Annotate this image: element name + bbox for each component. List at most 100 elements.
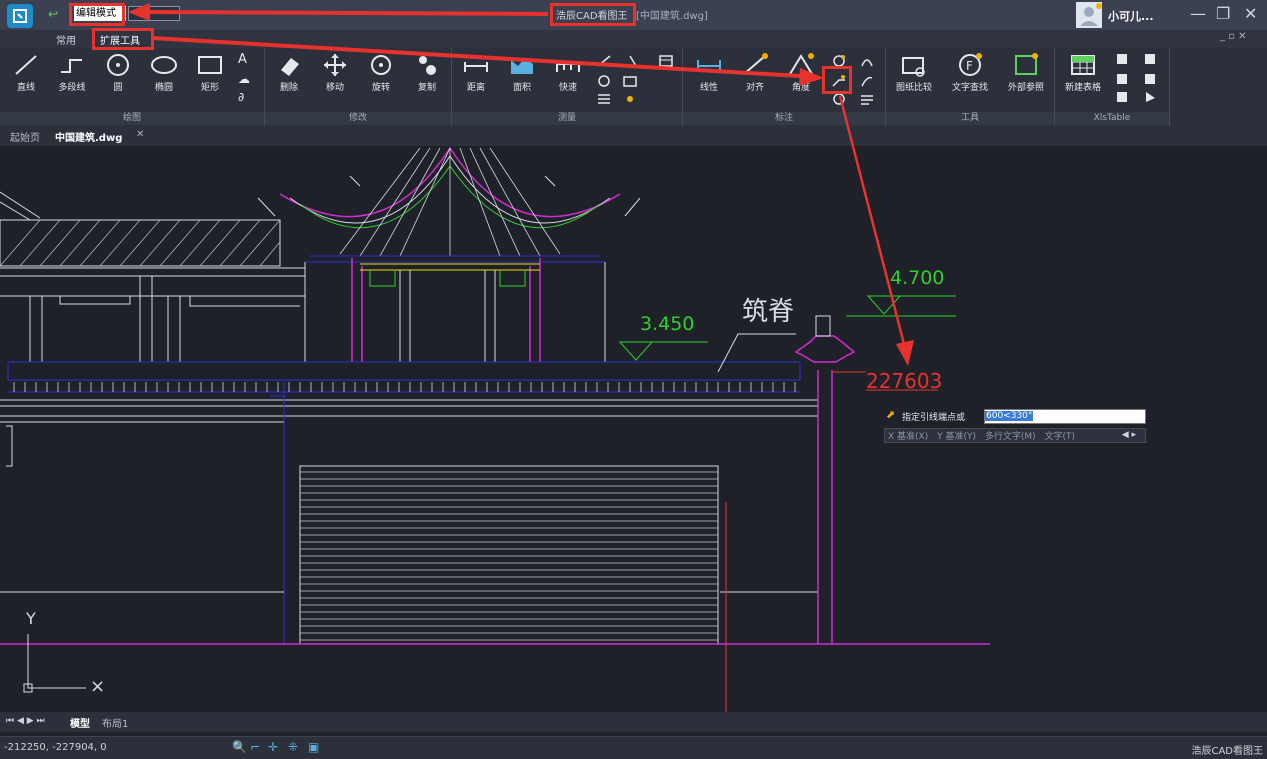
ribbon-minimize-icon[interactable]: _ ▫ ✕: [1220, 31, 1247, 42]
option-scroll-icon[interactable]: ◀ ▸: [1122, 430, 1136, 440]
snap-icon[interactable]: ✛: [268, 740, 278, 754]
option-text[interactable]: 文字(T): [1045, 432, 1076, 442]
elevation-marker-2: 4.700: [846, 267, 956, 317]
table-edit-icon[interactable]: [1115, 90, 1131, 104]
measure-angle-icon[interactable]: [622, 54, 638, 68]
command-prompt: 指定引线端点或: [902, 413, 966, 423]
line-label: 直线: [16, 83, 35, 93]
tab-common[interactable]: 常用: [56, 32, 76, 47]
angle-dim-icon: [789, 53, 814, 75]
polyline-icon: [61, 59, 82, 73]
xref-icon: [1015, 53, 1038, 75]
linear-dim-button[interactable]: 线性: [689, 52, 729, 93]
aligned-dim-button[interactable]: 对齐: [735, 52, 775, 93]
measure-arc-icon[interactable]: [596, 54, 612, 68]
table-select-icon[interactable]: [1143, 90, 1159, 104]
copy-icon: [419, 56, 436, 75]
measure-settings-icon[interactable]: [622, 92, 638, 106]
measure-table-icon[interactable]: [658, 54, 674, 68]
table-style-icon[interactable]: [1143, 72, 1159, 86]
arc-dim-icon[interactable]: [859, 54, 875, 68]
avatar[interactable]: [1076, 2, 1104, 28]
pagoda-roof: [257, 146, 641, 362]
status-bar: -212250, -227904, 0 🔍 ⌐ ✛ ⁜ ▣ 浩辰CAD看图王: [0, 736, 1267, 759]
angle-dim-button[interactable]: 角度: [781, 52, 821, 93]
drawing-compare-icon: [902, 57, 925, 77]
measure-coord-icon[interactable]: [596, 74, 612, 88]
close-icon[interactable]: ✕: [1244, 4, 1257, 23]
ortho-icon[interactable]: ⌐: [250, 740, 260, 754]
polyline-button[interactable]: 多段线: [52, 52, 92, 93]
circle-icon: [107, 54, 129, 76]
quick-measure-button[interactable]: 快速: [548, 52, 588, 93]
group-modify-label: 修改: [265, 112, 451, 125]
distance-button[interactable]: 距离: [456, 52, 496, 93]
table-icon: [1071, 55, 1095, 75]
tab-current-drawing[interactable]: 中国建筑.dwg: [55, 129, 122, 144]
rectangle-button[interactable]: 矩形: [190, 52, 230, 93]
table-merge-icon[interactable]: [1143, 52, 1159, 66]
group-draw: 直线 多段线 圆 椭圆 矩形 A ☁ ∂ 绘图: [0, 48, 265, 126]
fullscreen-icon[interactable]: ▣: [308, 740, 319, 754]
option-mtext[interactable]: 多行文字(M): [985, 432, 1036, 442]
baseline-dim-icon[interactable]: [859, 92, 875, 106]
ordinate-dim-icon[interactable]: [859, 74, 875, 88]
option-x-base[interactable]: X 基准(X): [888, 432, 928, 442]
back-arrow-icon[interactable]: ↩: [48, 7, 58, 21]
area-button[interactable]: 面积: [502, 52, 542, 93]
cornice-band: [0, 361, 818, 417]
xref-button[interactable]: 外部参照: [1002, 52, 1050, 93]
left-roof: [0, 191, 281, 267]
grid-icon[interactable]: ⁜: [288, 740, 298, 754]
tab-model[interactable]: 模型: [70, 715, 90, 730]
ellipse-button[interactable]: 椭圆: [144, 52, 184, 93]
move-button[interactable]: 移动: [315, 52, 355, 93]
drawing-canvas[interactable]: 3.450 4.700 筑脊 227603 Y × ⬈ 指定引线端点或 600<…: [0, 146, 1267, 712]
distance-label: 距离: [466, 83, 485, 93]
new-table-label: 新建表格: [1064, 83, 1101, 93]
zoom-icon[interactable]: 🔍: [232, 740, 247, 754]
copy-button[interactable]: 复制: [407, 52, 447, 93]
text-tool-icon[interactable]: A: [238, 52, 247, 67]
line-icon: [15, 55, 37, 75]
command-input[interactable]: 600<330°: [984, 409, 1146, 424]
measure-list-icon[interactable]: [596, 92, 612, 106]
table-import-icon[interactable]: [1115, 52, 1131, 66]
eraser-icon: [281, 58, 299, 76]
restore-icon[interactable]: ❐: [1216, 4, 1230, 23]
cloud-tool-icon[interactable]: ☁: [238, 72, 250, 86]
text-find-button[interactable]: F 文字查找: [946, 52, 994, 93]
user-name[interactable]: 小可儿...: [1108, 8, 1154, 24]
ellipse-label: 椭圆: [154, 83, 173, 93]
measure-export-icon[interactable]: [622, 74, 638, 88]
erase-button[interactable]: 删除: [269, 52, 309, 93]
ridge-label-text: 筑脊: [742, 297, 794, 327]
close-tab-icon[interactable]: ✕: [136, 129, 144, 140]
drawing-compare-label: 图纸比较: [895, 83, 932, 93]
diameter-dim-icon[interactable]: [831, 92, 847, 106]
angle-dim-label: 角度: [791, 83, 810, 93]
spline-tool-icon[interactable]: ∂: [238, 90, 244, 104]
table-export-icon[interactable]: [1115, 72, 1131, 86]
rotate-button[interactable]: 旋转: [361, 52, 401, 93]
highlight-app-title: [550, 3, 636, 26]
new-table-button[interactable]: 新建表格: [1059, 52, 1107, 93]
tab-layout1[interactable]: 布局1: [102, 715, 128, 730]
mode-dropdown[interactable]: [128, 6, 180, 21]
group-annotate-label: 标注: [683, 112, 885, 125]
ribbon-tab-row: 常用 扩展工具 _ ▫ ✕: [0, 30, 1267, 48]
linear-dim-icon: [697, 60, 721, 72]
option-y-base[interactable]: Y 基准(Y): [937, 432, 976, 442]
ribbon: 直线 多段线 圆 椭圆 矩形 A ☁ ∂ 绘图 删除 移动 旋转 复制 修改 距…: [0, 48, 1267, 126]
cursor-coordinates: -212250, -227904, 0: [4, 742, 107, 753]
drawing-compare-button[interactable]: 图纸比较: [890, 52, 938, 93]
text-find-icon: F: [959, 53, 982, 76]
svg-text:Y: Y: [25, 609, 36, 628]
circle-button[interactable]: 圆: [98, 52, 138, 93]
tab-start-page[interactable]: 起始页: [10, 129, 40, 144]
minimize-icon[interactable]: —: [1190, 4, 1206, 23]
group-modify: 删除 移动 旋转 复制 修改: [265, 48, 452, 126]
layout-nav-icon[interactable]: ⏮ ◀ ▶ ⏭: [6, 716, 45, 726]
app-logo-icon[interactable]: [6, 3, 34, 29]
line-button[interactable]: 直线: [6, 52, 46, 93]
